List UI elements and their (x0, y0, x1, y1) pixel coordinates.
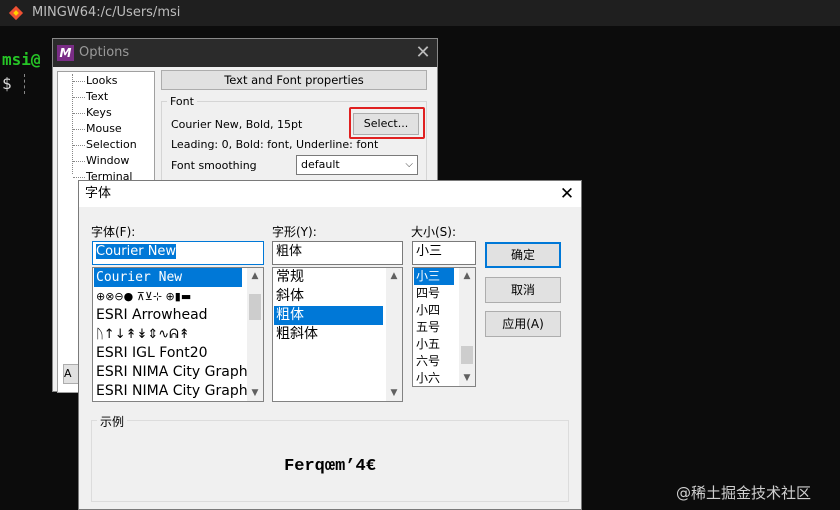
options-title-bar: Options (53, 39, 437, 67)
apply-button[interactable]: 应用(A) (485, 311, 561, 337)
font-dialog-title-bar: 字体 (79, 181, 581, 207)
options-close-icon[interactable]: ✕ (409, 39, 437, 67)
chevron-down-icon: ⌵ (405, 159, 413, 170)
mintty-logo-icon: M (57, 45, 74, 61)
list-item[interactable]: 小三 (414, 268, 454, 285)
font-description: Courier New, Bold, 15pt (171, 118, 303, 131)
scroll-up-icon[interactable]: ▲ (247, 268, 263, 284)
terminal-cursor (24, 74, 27, 94)
scroll-up-icon[interactable]: ▲ (386, 268, 402, 284)
tree-connector (73, 129, 85, 130)
leading-description: Leading: 0, Bold: font, Underline: font (171, 138, 379, 151)
font-group-label: Font (167, 95, 197, 108)
list-item[interactable]: ESRI Arrowhead (94, 306, 208, 325)
list-item[interactable]: 四号 (414, 285, 440, 302)
font-size-list[interactable]: 小三 四号 小四 五号 小五 六号 小六 ▲ ▼ (412, 267, 476, 387)
list-item[interactable]: ESRI NIMA City Graphi (94, 382, 251, 401)
tree-item-keys[interactable]: Keys (86, 105, 112, 121)
list-item[interactable]: 五号 (414, 319, 440, 336)
list-item[interactable]: Courier New (94, 268, 242, 287)
list-item[interactable]: 小五 (414, 336, 440, 353)
font-size-input[interactable]: 小三 (412, 241, 476, 265)
font-style-list[interactable]: 常规 斜体 粗体 粗斜体 ▲ ▼ (272, 267, 403, 402)
list-item[interactable]: 六号 (414, 353, 440, 370)
prompt-user: msi@ (2, 50, 41, 69)
scroll-thumb[interactable] (461, 346, 473, 364)
font-smoothing-select[interactable]: default ⌵ (296, 155, 418, 175)
tree-connector (73, 145, 85, 146)
font-dialog: 字体 ✕ 字体(F): 字形(Y): 大小(S): Courier New 粗体… (78, 180, 582, 510)
font-size-value: 小三 (416, 244, 443, 259)
style-list-scrollbar[interactable]: ▲ ▼ (386, 268, 402, 401)
sample-preview-text: Ferqœm’4€ (284, 457, 376, 476)
terminal-title: MINGW64:/c/Users/msi (32, 5, 181, 20)
watermark: @稀土掘金技术社区 (676, 484, 812, 502)
tree-connector (73, 177, 85, 178)
list-item[interactable]: 斜体 (274, 287, 383, 306)
tree-item-selection[interactable]: Selection (86, 137, 137, 153)
prompt-symbol: $ (2, 74, 12, 93)
list-item[interactable]: ESRI IGL Font20 (94, 344, 208, 363)
scroll-down-icon[interactable]: ▼ (386, 385, 402, 401)
sample-label: 示例 (97, 413, 128, 430)
font-style-input[interactable]: 粗体 (272, 241, 403, 265)
font-list-scrollbar[interactable]: ▲ ▼ (247, 268, 263, 401)
tree-connector (73, 161, 85, 162)
tree-item-text[interactable]: Text (86, 89, 108, 105)
tree-connector (72, 74, 73, 174)
font-dialog-close-icon[interactable]: ✕ (553, 181, 581, 207)
tree-item-window[interactable]: Window (86, 153, 129, 169)
list-item[interactable]: 小四 (414, 302, 440, 319)
ok-button[interactable]: 确定 (485, 242, 561, 268)
tree-connector (73, 113, 85, 114)
highlight-annotation (349, 107, 425, 139)
tree-item-mouse[interactable]: Mouse (86, 121, 122, 137)
list-item[interactable]: 粗体 (274, 306, 383, 325)
list-item[interactable]: ⊕⊗⊖● ⊼⊻⊹ ⊕▮▬ (94, 287, 191, 306)
font-smoothing-value: default (301, 158, 340, 171)
list-item[interactable]: ᚢ↑↓↟↡⇕∿ᕱ↟ (94, 325, 190, 344)
scroll-down-icon[interactable]: ▼ (459, 370, 475, 386)
font-name-label: 字体(F): (91, 225, 136, 239)
terminal-title-bar: MINGW64:/c/Users/msi (0, 0, 840, 26)
options-title: Options (79, 45, 130, 60)
font-smoothing-label: Font smoothing (171, 159, 257, 172)
list-item[interactable]: ESRI NIMA City Graphi (94, 363, 251, 382)
cancel-button[interactable]: 取消 (485, 277, 561, 303)
font-dialog-title: 字体 (85, 186, 112, 201)
font-style-value: 粗体 (276, 244, 303, 259)
list-item[interactable]: 常规 (274, 268, 383, 287)
size-list-scrollbar[interactable]: ▲ ▼ (459, 268, 475, 386)
text-font-properties-button[interactable]: Text and Font properties (161, 70, 427, 90)
scroll-down-icon[interactable]: ▼ (247, 385, 263, 401)
list-item[interactable]: 粗斜体 (274, 325, 383, 344)
scroll-up-icon[interactable]: ▲ (459, 268, 475, 284)
git-bash-icon (8, 5, 24, 21)
font-name-value: Courier New (96, 244, 177, 259)
tree-connector (73, 81, 85, 82)
tree-connector (73, 97, 85, 98)
scroll-thumb[interactable] (249, 294, 261, 320)
font-style-label: 字形(Y): (272, 225, 317, 239)
font-name-input[interactable]: Courier New (92, 241, 264, 265)
font-name-list[interactable]: Courier New ⊕⊗⊖● ⊼⊻⊹ ⊕▮▬ ESRI Arrowhead … (92, 267, 264, 402)
list-item[interactable]: 小六 (414, 370, 440, 386)
tree-item-looks[interactable]: Looks (86, 73, 118, 89)
font-size-label: 大小(S): (411, 225, 457, 239)
